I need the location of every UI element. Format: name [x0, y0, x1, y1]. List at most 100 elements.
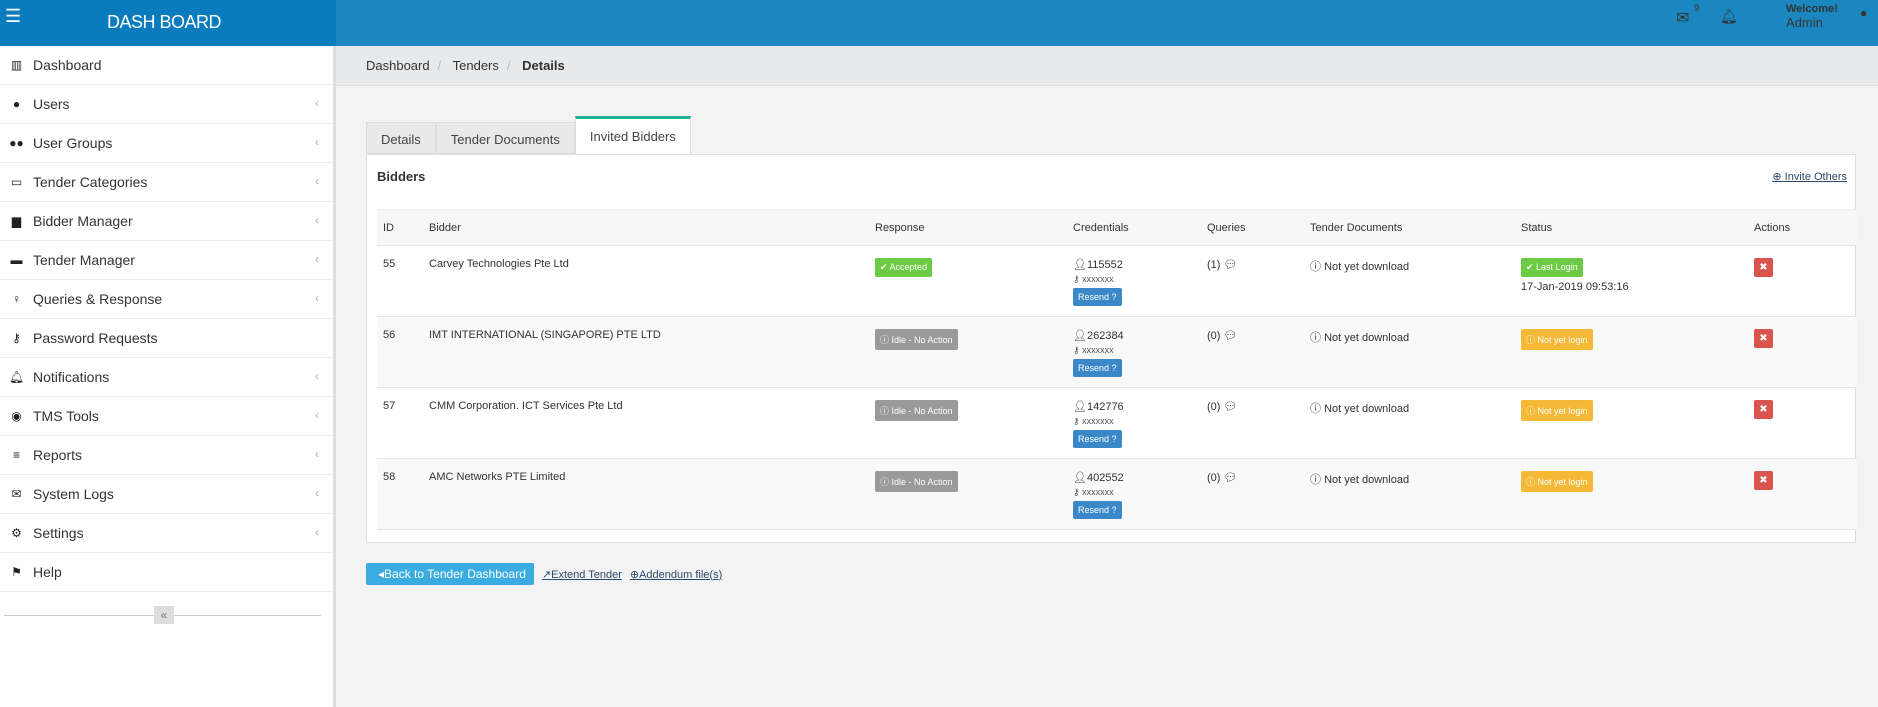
delete-button[interactable]: ✖: [1754, 258, 1773, 277]
status-label: Not yet login: [1537, 335, 1588, 345]
password: xxxxxxx: [1082, 487, 1114, 497]
sidebar-item-tms-tools[interactable]: ◉ TMS Tools ‹: [0, 397, 333, 436]
mail-count-badge: 9: [1694, 3, 1700, 13]
envelope-icon: ✉: [11, 487, 22, 501]
credential-user: 👤︎142776: [1073, 400, 1201, 413]
username: 142776: [1086, 401, 1124, 413]
info-icon: ⓘ: [880, 406, 892, 416]
queries-cell[interactable]: (1) 💬︎: [1201, 245, 1304, 317]
delete-button[interactable]: ✖: [1754, 329, 1773, 348]
response-badge: ⓘ Idle - No Action: [875, 329, 958, 350]
sidebar-item-reports[interactable]: ≡ Reports ‹: [0, 436, 333, 475]
menu-toggle-icon[interactable]: ☰: [5, 6, 21, 27]
resend-button[interactable]: Resend ?: [1073, 430, 1122, 448]
sidebar-item-user-groups[interactable]: ●● User Groups ‹: [0, 124, 333, 163]
credential-password: ⚷ xxxxxxx: [1073, 487, 1201, 498]
delete-button[interactable]: ✖: [1754, 471, 1773, 490]
status-label: Not yet login: [1537, 477, 1588, 487]
resend-button[interactable]: Resend ?: [1073, 501, 1122, 519]
table-row: 56 IMT INTERNATIONAL (SINGAPORE) PTE LTD…: [377, 316, 1857, 388]
queries-cell[interactable]: (0) 💬︎: [1201, 387, 1304, 459]
flag-icon: ⚑: [11, 565, 22, 579]
comments-icon: 💬︎: [1223, 330, 1238, 342]
info-icon: ⓘ: [1526, 406, 1538, 416]
sidebar-item-label: Bidder Manager: [33, 213, 133, 229]
bell-icon[interactable]: 🔔︎: [1720, 8, 1738, 25]
queries-count: (0): [1207, 330, 1221, 342]
username: 262384: [1086, 330, 1124, 342]
extend-tender-link[interactable]: ↗Extend Tender: [542, 568, 622, 581]
docs-status: Not yet download: [1324, 332, 1410, 344]
bidder-name: CMM Corporation. ICT Services Pte Ltd: [423, 387, 869, 459]
user-icon: 👤︎: [1073, 330, 1087, 342]
info-icon: ⓘ: [880, 477, 892, 487]
user-icon[interactable]: ●: [1860, 6, 1867, 20]
plus-circle-icon: ⊕: [1772, 171, 1782, 183]
tab-invited-bidders[interactable]: Invited Bidders: [574, 116, 691, 155]
sidebar-item-help[interactable]: ⚑ Help: [0, 553, 333, 592]
sidebar-item-label: Help: [33, 564, 62, 580]
response-badge: ⓘ Idle - No Action: [875, 400, 958, 421]
queries-cell[interactable]: (0) 💬︎: [1201, 316, 1304, 388]
sidebar-item-queries-response[interactable]: ♀ Queries & Response ‹: [0, 280, 333, 319]
breadcrumb-dashboard[interactable]: Dashboard: [366, 58, 430, 73]
bidders-panel: Bidders ⊕ Invite Others ID Bidder Response…: [366, 154, 1857, 543]
docs-status: Not yet download: [1324, 474, 1410, 486]
sidebar-item-dashboard[interactable]: ▥ Dashboard: [0, 46, 333, 85]
sidebar-item-label: Password Requests: [33, 330, 158, 346]
target-icon: ◉: [11, 409, 22, 423]
status-label: Not yet login: [1537, 406, 1588, 416]
align-left-icon: ≡: [12, 448, 20, 462]
info-icon: ⓘ: [1526, 335, 1538, 345]
laptop-icon: ▭: [10, 175, 23, 189]
invite-others-link[interactable]: ⊕ Invite Others: [1772, 170, 1847, 183]
key-icon: ⚷: [1073, 345, 1083, 355]
tab-details[interactable]: Details: [366, 122, 436, 154]
chevron-left-icon: ‹: [315, 291, 319, 305]
queries-count: (1): [1207, 259, 1221, 271]
sidebar-item-bidder-manager[interactable]: ▆ Bidder Manager ‹: [0, 202, 333, 241]
breadcrumb-tenders[interactable]: Tenders: [453, 58, 499, 73]
sidebar-item-notifications[interactable]: 🔔︎ Notifications ‹: [0, 358, 333, 397]
tender-docs-cell: ⓘ Not yet download: [1304, 458, 1515, 530]
sidebar-item-label: Notifications: [33, 369, 110, 385]
password: xxxxxxx: [1082, 274, 1114, 284]
plus-circle-icon: ⊕: [629, 568, 640, 581]
queries-cell[interactable]: (0) 💬︎: [1201, 458, 1304, 530]
back-to-tender-dashboard-button[interactable]: ◂Back to Tender Dashboard: [366, 563, 534, 585]
extend-label: Extend Tender: [551, 568, 622, 581]
sidebar-item-password-requests[interactable]: ⚷ Password Requests: [0, 319, 333, 358]
resend-button[interactable]: Resend ?: [1073, 359, 1122, 377]
resend-button[interactable]: Resend ?: [1073, 288, 1122, 306]
last-login-time: 17-Jan-2019 09:53:16: [1521, 281, 1629, 293]
user-name[interactable]: Admin: [1786, 15, 1823, 30]
sidebar-item-tender-manager[interactable]: ▬ Tender Manager ‹: [0, 241, 333, 280]
sidebar-item-label: Settings: [33, 525, 84, 541]
status-badge: ✔ Last Login: [1521, 258, 1583, 277]
sidebar-item-users[interactable]: ● Users ‹: [0, 85, 333, 124]
sidebar-item-tender-categories[interactable]: ▭ Tender Categories ‹: [0, 163, 333, 202]
panel-title: Bidders: [377, 169, 426, 184]
password: xxxxxxx: [1082, 345, 1114, 355]
addendum-files-link[interactable]: ⊕Addendum file(s): [630, 568, 722, 581]
sidebar-item-label: System Logs: [33, 486, 114, 502]
docs-status: Not yet download: [1324, 403, 1410, 415]
key-icon: ⚷: [12, 331, 21, 345]
collapse-sidebar-button[interactable]: «: [154, 606, 174, 624]
sidebar-item-system-logs[interactable]: ✉ System Logs ‹: [0, 475, 333, 514]
sidebar-item-label: Queries & Response: [33, 291, 163, 307]
key-icon: ⚷: [1073, 487, 1083, 497]
tender-docs-cell: ⓘ Not yet download: [1304, 245, 1515, 317]
bidder-id: 55: [377, 245, 423, 317]
credential-password: ⚷ xxxxxxx: [1073, 416, 1201, 427]
envelope-icon[interactable]: ✉: [1676, 8, 1689, 28]
delete-button[interactable]: ✖: [1754, 400, 1773, 419]
info-icon: ⓘ: [1310, 403, 1325, 415]
sidebar-item-settings[interactable]: ⚙ Settings ‹: [0, 514, 333, 553]
tab-tender-documents[interactable]: Tender Documents: [435, 122, 575, 154]
bidder-id: 56: [377, 316, 423, 388]
table-row: 57 CMM Corporation. ICT Services Pte Ltd…: [377, 387, 1857, 459]
credential-password: ⚷ xxxxxxx: [1073, 345, 1201, 356]
chevron-left-icon: ‹: [315, 486, 319, 500]
bidder-name: IMT INTERNATIONAL (SINGAPORE) PTE LTD: [423, 316, 869, 388]
